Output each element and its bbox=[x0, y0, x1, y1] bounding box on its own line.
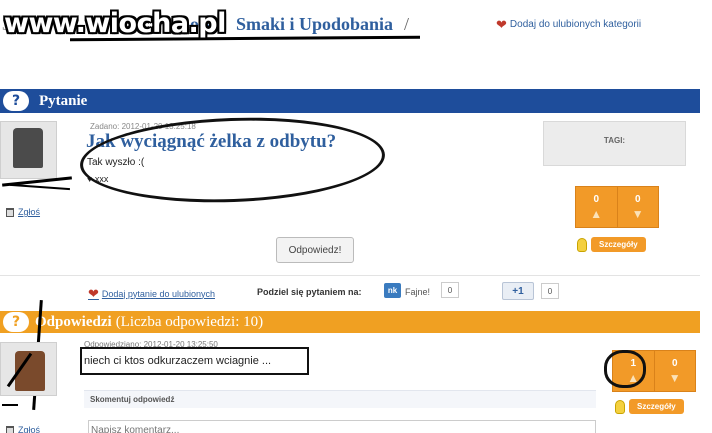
report-label: Zgłoś bbox=[18, 207, 41, 217]
answers-count: (Liczba odpowiedzi: 10) bbox=[115, 313, 264, 330]
answer-details: Szczegóły bbox=[615, 399, 684, 414]
tags-box: TAGI: bbox=[543, 121, 686, 166]
share-label: Podziel się pytaniem na: bbox=[257, 287, 362, 297]
thumbs-down-icon: ▼ bbox=[668, 371, 681, 385]
comment-input[interactable] bbox=[88, 420, 596, 433]
nk-icon[interactable]: nk bbox=[384, 283, 401, 298]
scribble-mark bbox=[2, 404, 18, 406]
add-question-favorites-link[interactable]: ❤ Dodaj pytanie do ulubionych bbox=[88, 287, 215, 300]
vote-up-count: 0 bbox=[593, 194, 600, 205]
vote-up-button[interactable]: 0 ▲ bbox=[576, 187, 617, 227]
add-question-favorites-label: Dodaj pytanie do ulubionych bbox=[101, 288, 215, 299]
question-section-title: Pytanie bbox=[39, 92, 88, 109]
breadcrumb-item-subcategory[interactable]: Smaki i Upodobania bbox=[236, 14, 393, 35]
scribble-circle bbox=[604, 350, 646, 388]
question-mark-icon: ? bbox=[3, 91, 29, 111]
report-answer-link[interactable]: Zgłoś bbox=[6, 425, 40, 433]
details-button[interactable]: Szczegóły bbox=[629, 399, 684, 414]
nk-like-label[interactable]: Fajne! bbox=[405, 287, 430, 297]
lightbulb-icon bbox=[577, 237, 587, 252]
gplus-button[interactable]: +1 bbox=[502, 282, 534, 300]
thumbs-up-icon: ▲ bbox=[590, 207, 603, 221]
answer-button[interactable]: Odpowiedz! bbox=[276, 237, 354, 263]
scribble-box bbox=[80, 347, 309, 375]
trash-icon bbox=[6, 425, 14, 433]
scribble-mark bbox=[10, 183, 70, 191]
report-label: Zgłoś bbox=[18, 425, 41, 433]
thumbs-down-icon: ▼ bbox=[631, 207, 644, 221]
lightbulb-icon bbox=[615, 399, 625, 414]
trash-icon bbox=[6, 207, 14, 217]
answers-section-title: Odpowiedzi bbox=[35, 313, 112, 330]
add-category-favorites-label: Dodaj do ulubionych kategorii bbox=[509, 19, 642, 30]
question-vote-box: 0 ▲ 0 ▼ bbox=[575, 186, 659, 228]
answerer-avatar[interactable] bbox=[0, 342, 57, 396]
heart-icon: ❤ bbox=[496, 17, 507, 32]
vote-down-button[interactable]: 0 ▼ bbox=[653, 351, 696, 391]
vote-down-count: 0 bbox=[671, 358, 678, 369]
heart-icon: ❤ bbox=[88, 286, 99, 301]
vote-down-button[interactable]: 0 ▼ bbox=[616, 187, 659, 227]
answers-section-header: ? Odpowiedzi (Liczba odpowiedzi: 10) bbox=[0, 311, 700, 333]
watermark: www.wiocha.pl bbox=[4, 8, 226, 39]
report-question-link[interactable]: Zgłoś bbox=[6, 207, 40, 217]
question-details: Szczegóły bbox=[577, 237, 646, 252]
asker-avatar[interactable] bbox=[0, 121, 57, 179]
add-category-favorites-link[interactable]: ❤ Dodaj do ulubionych kategorii bbox=[496, 18, 641, 31]
vote-down-count: 0 bbox=[634, 194, 641, 205]
avatar-picture bbox=[13, 128, 43, 168]
tags-label: TAGI: bbox=[603, 136, 626, 145]
question-mark-icon: ? bbox=[3, 312, 29, 332]
question-section-header: ? Pytanie bbox=[0, 89, 700, 113]
comment-heading: Skomentuj odpowiedź bbox=[84, 390, 596, 408]
gplus-count: 0 bbox=[541, 283, 559, 299]
details-button[interactable]: Szczegóły bbox=[591, 237, 646, 252]
share-row: ❤ Dodaj pytanie do ulubionych Podziel si… bbox=[0, 275, 700, 307]
breadcrumb-separator-end: / bbox=[404, 14, 410, 34]
nk-count: 0 bbox=[441, 282, 459, 298]
